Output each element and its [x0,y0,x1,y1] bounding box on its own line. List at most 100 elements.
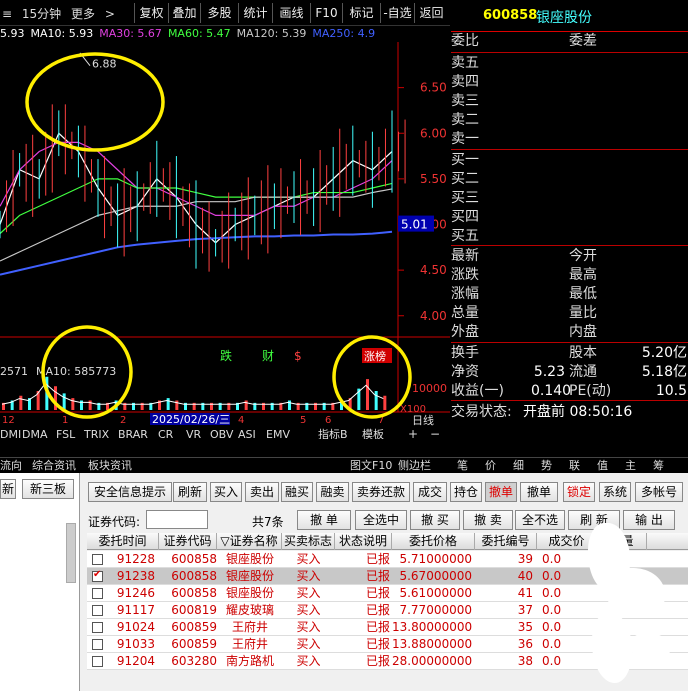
price-tick-label: 4.50 [420,263,447,277]
zoom-in-icon[interactable]: + [408,427,418,439]
chart-marker-2[interactable]: $ [294,349,302,363]
order-row[interactable]: 91246 600858 银座股份 买入 已报 5.61000000 41 0.0 [87,585,688,602]
subtab-right-3[interactable]: 势 [541,459,552,473]
column-header-3[interactable]: 买卖标志 [282,533,335,550]
volume-bar [88,400,92,410]
cell-deal: 0.0 [542,603,562,617]
subtab-right-2[interactable]: 细 [513,459,524,473]
order-action-2[interactable]: 撤 买 [410,510,460,530]
indicator-tab-asi[interactable]: ASI [238,428,256,439]
subtab-left-2[interactable]: 板块资讯 [88,459,132,473]
order-action-0[interactable]: 撤 单 [297,510,351,530]
trade-toolbar-button-13[interactable]: 多帐号 [635,482,683,502]
row-checkbox[interactable] [92,569,103,582]
column-header-1[interactable]: 证券代码 [159,533,217,550]
row-checkbox[interactable] [92,656,103,667]
limit-badge[interactable]: 涨榜 [364,349,386,363]
toolbar-button-8[interactable]: 返回 [414,3,448,23]
nav-button-new[interactable]: 新 [0,479,16,499]
trade-toolbar-button-0[interactable]: 安全信息提示 [88,482,172,502]
cell-no: 41 [517,586,533,600]
toolbar-button-5[interactable]: F10 [310,3,342,23]
column-header-0[interactable]: 委托时间 [87,533,159,550]
toolbar-button-4[interactable]: 画线 [272,3,310,23]
cell-price: 13.88000000 [392,637,472,651]
subtab-right-0[interactable]: 笔 [457,459,468,473]
row-checkbox[interactable] [92,588,103,599]
day-line-label[interactable]: 日线 [412,413,434,427]
order-action-3[interactable]: 撤 卖 [463,510,513,530]
toolbar-button-3[interactable]: 统计 [238,3,272,23]
row-checkbox[interactable] [92,554,103,565]
toolbar-button-2[interactable]: 多股 [200,3,238,23]
chart-marker-0[interactable]: 跌 [220,348,232,363]
row-checkbox[interactable] [92,605,103,616]
trade-toolbar-button-11[interactable]: 锁定 [563,482,595,502]
trade-toolbar-button-7[interactable]: 成交 [413,482,447,502]
indicator-tab-emv[interactable]: EMV [266,428,290,439]
indicator-tab-dma[interactable]: DMA [22,428,48,439]
row-checkbox[interactable] [92,639,103,650]
row-checkbox[interactable] [92,622,103,633]
indicator-tab-label: VR [186,428,202,439]
trade-toolbar-button-1[interactable]: 刷新 [173,482,207,502]
zoom-out-icon[interactable]: − [430,427,440,439]
trade-toolbar-button-6[interactable]: 卖券还款 [352,482,410,502]
trade-toolbar-button-10[interactable]: 撤单 [520,482,558,502]
trade-toolbar-button-3[interactable]: 卖出 [245,482,279,502]
indicator-tab-label: DMA [22,428,48,439]
toolbar-button-7[interactable]: -自选 [380,3,414,23]
volume-bar [62,393,66,410]
trade-toolbar-button-12[interactable]: 系统 [599,482,631,502]
indicator-tab-obv[interactable]: OBV [210,428,234,439]
order-action-4[interactable]: 全不选 [515,510,565,530]
order-action-1[interactable]: 全选中 [355,510,407,530]
more-button[interactable]: 更多 > [71,7,121,21]
indicator-tab-cr[interactable]: CR [158,428,174,439]
subtab-right-1[interactable]: 价 [485,459,496,473]
kline-chart[interactable]: 6.506.005.505.004.504.006.885.01跌财$涨榜257… [0,42,450,439]
price-tick-label: 4.00 [420,309,447,323]
trade-toolbar-button-4[interactable]: 融买 [281,482,313,502]
indicator-tab-指标b[interactable]: 指标B [318,427,348,439]
trade-toolbar-button-2[interactable]: 买入 [210,482,242,502]
x-tick-label: 5 [300,415,306,426]
nav-scrollbar[interactable] [66,523,76,583]
period-selector[interactable]: 15分钟 [22,7,61,21]
order-action-6[interactable]: 输 出 [623,510,675,530]
chart-marker-1[interactable]: 财 [262,349,274,363]
trade-toolbar-button-8[interactable]: 持仓 [450,482,482,502]
indicator-tab-brar[interactable]: BRAR [118,428,148,439]
cell-side: 买入 [296,654,321,668]
security-code-input[interactable] [146,510,208,529]
column-header-4[interactable]: 状态说明 [335,533,392,550]
subtab-right-4[interactable]: 联 [569,459,580,473]
nav-button-neeq[interactable]: 新三板 [22,479,74,499]
toolbar-button-1[interactable]: 叠加 [168,3,200,23]
volume-bar [175,400,179,410]
toolbar-button-0[interactable]: 复权 [134,3,168,23]
subtab-right-5[interactable]: 值 [597,459,608,473]
toolbar-button-6[interactable]: 标记 [342,3,380,23]
subtab-mid-1[interactable]: 侧边栏 [398,459,431,473]
menu-icon[interactable]: ≡ [2,7,12,21]
column-header-5[interactable]: 委托价格 [392,533,475,550]
subtab-left-0[interactable]: 流向 [0,459,22,473]
indicator-tab-fsl[interactable]: FSL [56,428,76,439]
trade-toolbar-button-9[interactable]: 撤单 [485,482,517,502]
indicator-tab-trix[interactable]: TRIX [83,428,110,439]
indicator-tab-vr[interactable]: VR [186,428,202,439]
indicator-tab-dmi[interactable]: DMI [0,428,21,439]
column-header-6[interactable]: 委托编号 [475,533,537,550]
column-header-2[interactable]: ▽证券名称 [217,533,282,550]
subtab-right-6[interactable]: 主 [625,459,636,473]
cell-deal: 0.0 [542,654,562,668]
subtab-mid-0[interactable]: 图文F10 [350,459,392,473]
indicator-tab-模板[interactable]: 模板 [362,427,384,439]
subtab-left-1[interactable]: 综合资讯 [32,459,76,473]
trade-toolbar-button-5[interactable]: 融卖 [316,482,349,502]
subtab-right-7[interactable]: 筹 [653,459,664,473]
cell-time: 91024 [116,620,155,634]
sell-level-4: 卖四 [451,74,479,90]
volume-bar [366,379,369,410]
